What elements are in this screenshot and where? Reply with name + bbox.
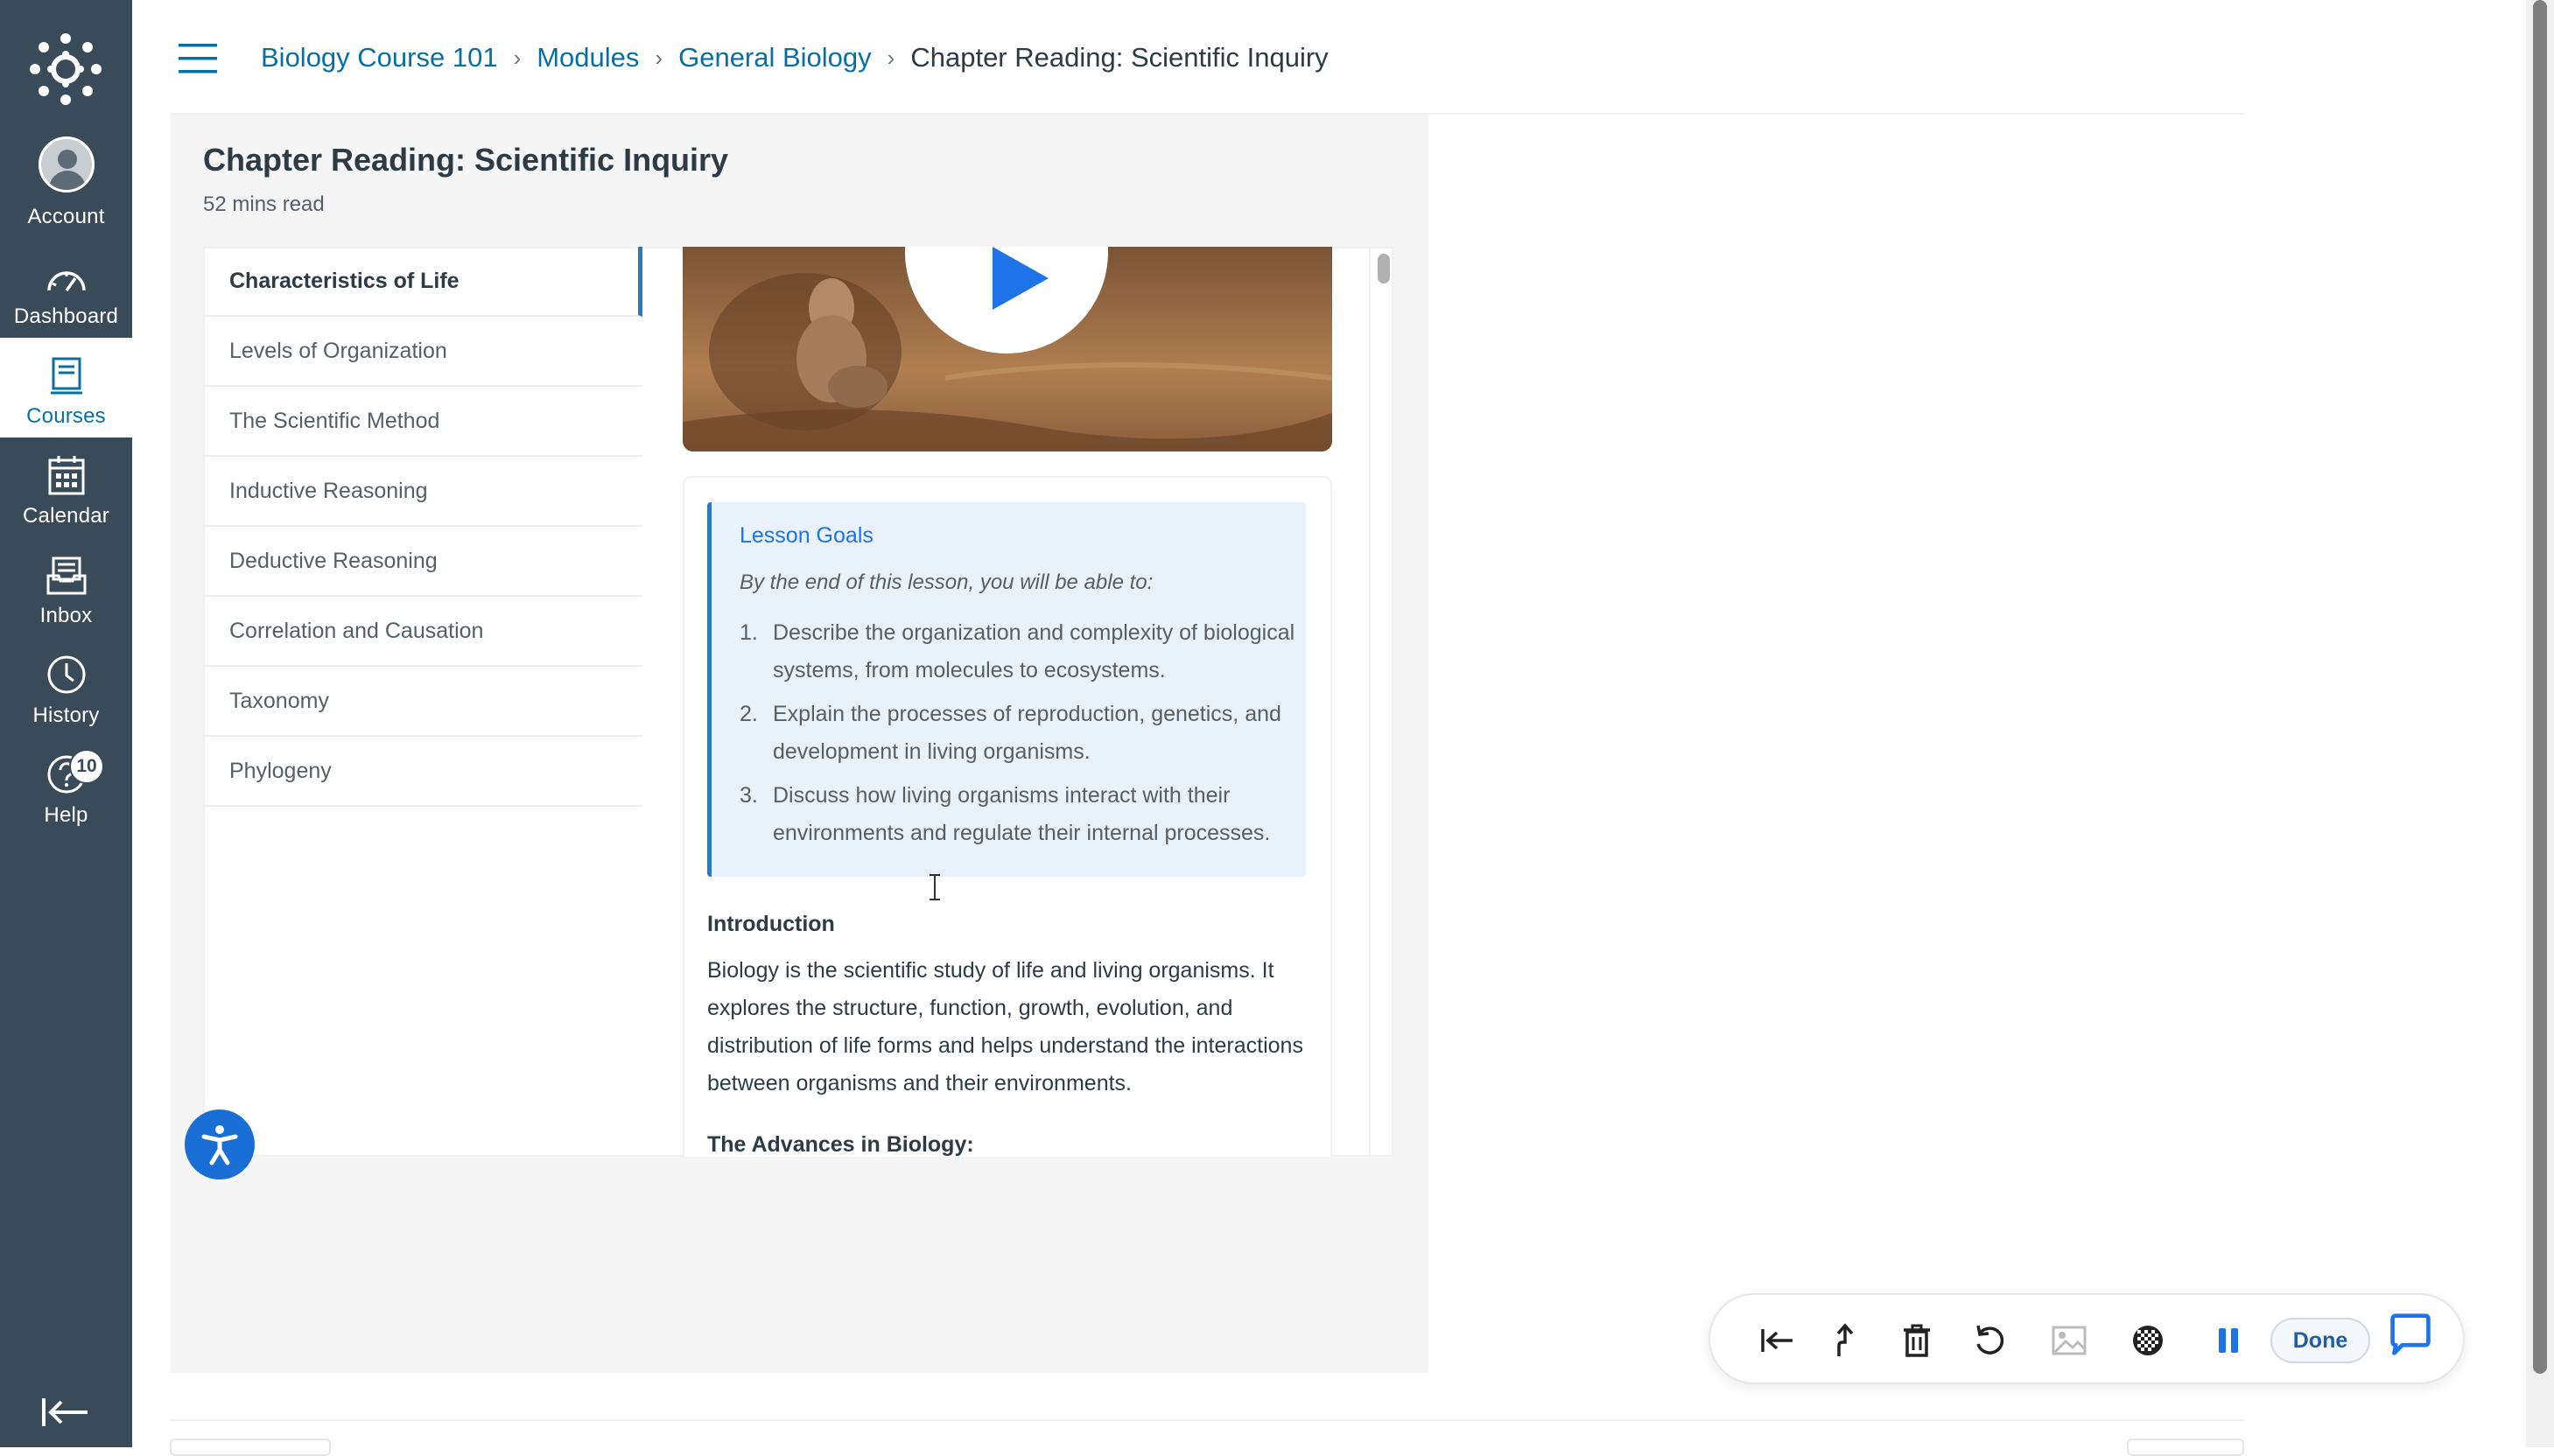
canvas-logo-icon[interactable] — [29, 32, 102, 106]
toc-item[interactable]: Phylogeny — [203, 737, 642, 807]
nav-item-inbox[interactable]: Inbox — [0, 537, 132, 637]
previous-button[interactable] — [170, 1438, 331, 1456]
blur-button[interactable] — [2125, 1318, 2171, 1363]
skip-to-start-icon — [1761, 1329, 1793, 1352]
list-text: Describe the organization and complexity… — [773, 620, 1295, 682]
help-badge: 10 — [69, 749, 104, 784]
toc-item[interactable]: Deductive Reasoning — [203, 527, 642, 597]
breadcrumb-separator-icon: › — [513, 44, 522, 71]
page-scrollbar[interactable] — [2526, 0, 2554, 1447]
done-button[interactable]: Done — [2270, 1318, 2370, 1363]
history-icon — [47, 655, 85, 694]
list-text: Discuss how living organisms interact wi… — [773, 783, 1271, 845]
introduction-paragraph: Biology is the scientific study of life … — [707, 958, 1303, 1096]
courses-icon — [50, 357, 82, 395]
hamburger-menu-icon[interactable] — [179, 44, 217, 74]
nav-label-courses: Courses — [26, 404, 106, 428]
global-navigation: Account Dashboard Courses Calendar Inbox… — [0, 0, 132, 1447]
chat-icon — [2390, 1313, 2431, 1355]
page-scroll-thumb[interactable] — [2533, 0, 2547, 1374]
avatar — [38, 136, 95, 192]
breadcrumb-module[interactable]: General Biology — [678, 42, 872, 74]
list-number: 1. — [740, 620, 758, 645]
blur-icon — [2133, 1326, 2163, 1355]
lesson-goals-box: Lesson Goals By the end of this lesson, … — [707, 502, 1306, 877]
recording-toolbar: Done — [1709, 1293, 2465, 1384]
list-text: Explain the processes of reproduction, g… — [773, 702, 1281, 764]
nav-item-dashboard[interactable]: Dashboard — [0, 238, 132, 338]
toc-item[interactable]: Taxonomy — [203, 667, 642, 737]
nav-item-history[interactable]: History — [0, 637, 132, 737]
advances-heading: The Advances in Biology: — [707, 1132, 974, 1157]
page-title: Chapter Reading: Scientific Inquiry — [203, 142, 729, 178]
accessibility-button[interactable] — [185, 1110, 255, 1180]
collapse-nav-icon[interactable] — [40, 1395, 91, 1430]
breadcrumb-current: Chapter Reading: Scientific Inquiry — [910, 42, 1329, 73]
pointer-up-icon — [1836, 1323, 1854, 1356]
list-item: 2. Explain the processes of reproduction… — [740, 696, 1300, 771]
list-item: 3. Discuss how living organisms interact… — [740, 777, 1300, 852]
play-icon — [993, 247, 1049, 310]
image-button[interactable] — [2046, 1318, 2092, 1363]
reader-scroll-thumb[interactable] — [1378, 254, 1390, 284]
breadcrumb-modules[interactable]: Modules — [537, 42, 639, 74]
list-number: 2. — [740, 702, 758, 726]
pause-button[interactable] — [2206, 1318, 2251, 1363]
introduction-heading: Introduction — [707, 912, 835, 936]
toc-item[interactable]: The Scientific Method — [203, 387, 642, 457]
toc-item[interactable]: Characteristics of Life — [203, 247, 642, 317]
nav-item-account[interactable]: Account — [0, 131, 132, 238]
toc-item[interactable]: Inductive Reasoning — [203, 457, 642, 527]
inbox-icon — [46, 556, 86, 595]
nav-label-help: Help — [44, 803, 88, 827]
breadcrumb-separator-icon: › — [887, 44, 895, 71]
breadcrumb-course[interactable]: Biology Course 101 — [261, 42, 498, 74]
reader-scrollbar[interactable] — [1369, 247, 1393, 1157]
table-of-contents: Characteristics of Life Levels of Organi… — [203, 247, 642, 1157]
toc-item[interactable]: Correlation and Causation — [203, 597, 642, 667]
skip-to-start-button[interactable] — [1754, 1318, 1800, 1363]
read-time: 52 mins read — [203, 192, 325, 216]
footer-divider — [170, 1419, 2244, 1421]
undo-button[interactable] — [1968, 1318, 2013, 1363]
breadcrumb: Biology Course 101 › Modules › General B… — [261, 38, 1329, 77]
text-cursor-icon — [930, 874, 940, 900]
chat-button[interactable] — [2388, 1312, 2433, 1358]
toc-item[interactable]: Levels of Organization — [203, 317, 642, 387]
video-player[interactable] — [683, 247, 1332, 452]
lesson-goals-intro: By the end of this lesson, you will be a… — [740, 570, 1154, 594]
pause-icon — [2219, 1328, 2238, 1353]
trash-icon — [1904, 1324, 1930, 1357]
nav-item-courses[interactable]: Courses — [0, 338, 132, 438]
nav-label-dashboard: Dashboard — [13, 304, 119, 328]
nav-item-help[interactable]: Help — [0, 737, 132, 836]
calendar-icon — [48, 456, 84, 495]
image-icon — [2052, 1326, 2087, 1355]
nav-label-calendar: Calendar — [23, 504, 109, 528]
nav-label-account: Account — [27, 205, 105, 228]
next-button[interactable] — [2127, 1438, 2244, 1456]
nav-item-calendar[interactable]: Calendar — [0, 438, 132, 537]
list-number: 3. — [740, 783, 758, 808]
dashboard-icon — [46, 271, 86, 292]
accessibility-icon — [201, 1125, 238, 1166]
delete-button[interactable] — [1894, 1318, 1940, 1363]
breadcrumb-separator-icon: › — [655, 44, 663, 71]
undo-icon — [1976, 1325, 2004, 1354]
lesson-goals-list: 1. Describe the organization and complex… — [740, 614, 1300, 858]
list-item: 1. Describe the organization and complex… — [740, 614, 1300, 690]
article-content: Lesson Goals By the end of this lesson, … — [667, 247, 1358, 1157]
nav-label-history: History — [32, 704, 100, 727]
nav-label-inbox: Inbox — [39, 604, 93, 627]
lesson-goals-title: Lesson Goals — [740, 523, 874, 548]
pointer-up-button[interactable] — [1822, 1318, 1868, 1363]
